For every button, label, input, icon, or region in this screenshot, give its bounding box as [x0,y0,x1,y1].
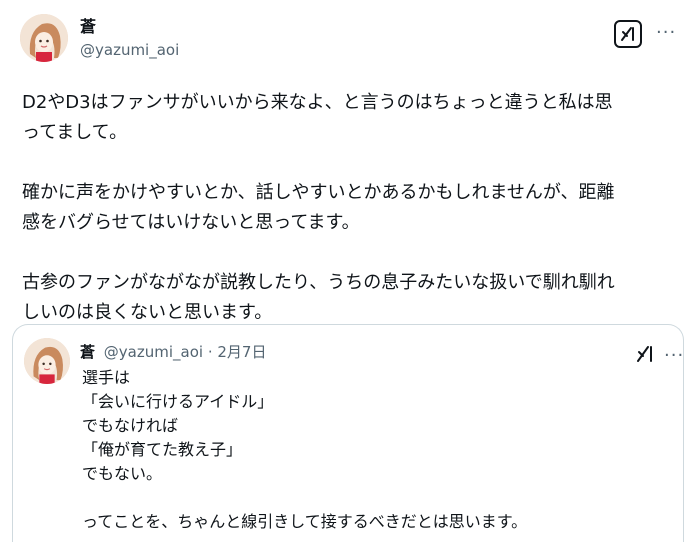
quote-line: ってことを、ちゃんと線引きして接するべきだとは思います。 [82,512,528,531]
more-options-icon[interactable]: ··· [656,24,676,42]
quote-line: 「会いに行けるアイドル」 [82,392,274,411]
post-line: ってまして。 [22,122,128,143]
author-name[interactable]: 蒼 [80,17,96,37]
quote-text: 選手は 「会いに行けるアイドル」 でもなければ 「俺が育てた教え子」 でもない。… [82,366,672,534]
post-line: 古参のファンがながなが説教したり、うちの息子みたいな扱いで馴れ馴れ [22,272,615,293]
quote-author-name[interactable]: 蒼 [80,343,95,361]
post-text: D2やD3はファンサがいいから来なよ、と言うのはちょっと違うと私は思 ってまして… [22,88,678,328]
quote-author-avatar[interactable] [24,338,70,384]
post-line: 確かに声をかけやすいとか、話しやすいとかあるかもしれませんが、距離 [22,182,615,203]
post-line: 感をバグらせてはいけないと思ってます。 [22,212,360,233]
quote-line: 選手は [82,368,131,387]
quote-author-line[interactable]: 蒼 @yazumi_aoi · 2月7日 [80,342,266,362]
quote-date[interactable]: 2月7日 [217,343,266,361]
more-options-icon[interactable]: ··· [664,347,684,365]
author-avatar[interactable] [20,14,68,62]
quote-line: でもない。 [82,464,163,483]
quote-line: でもなければ [82,416,179,435]
grok-icon[interactable] [614,20,642,48]
quote-author-handle[interactable]: @yazumi_aoi [104,343,203,361]
avatar-illustration [20,14,68,62]
author-handle[interactable]: @yazumi_aoi [80,40,179,60]
quote-line: 「俺が育てた教え子」 [82,440,243,459]
post-page: 蒼 @yazumi_aoi ··· D2やD3はファンサがいいから来なよ、と言う… [0,0,700,542]
grok-icon[interactable] [634,343,656,365]
avatar-illustration [24,338,70,384]
post-line: D2やD3はファンサがいいから来なよ、と言うのはちょっと違うと私は思 [22,92,613,113]
quote-separator: · [207,343,218,361]
